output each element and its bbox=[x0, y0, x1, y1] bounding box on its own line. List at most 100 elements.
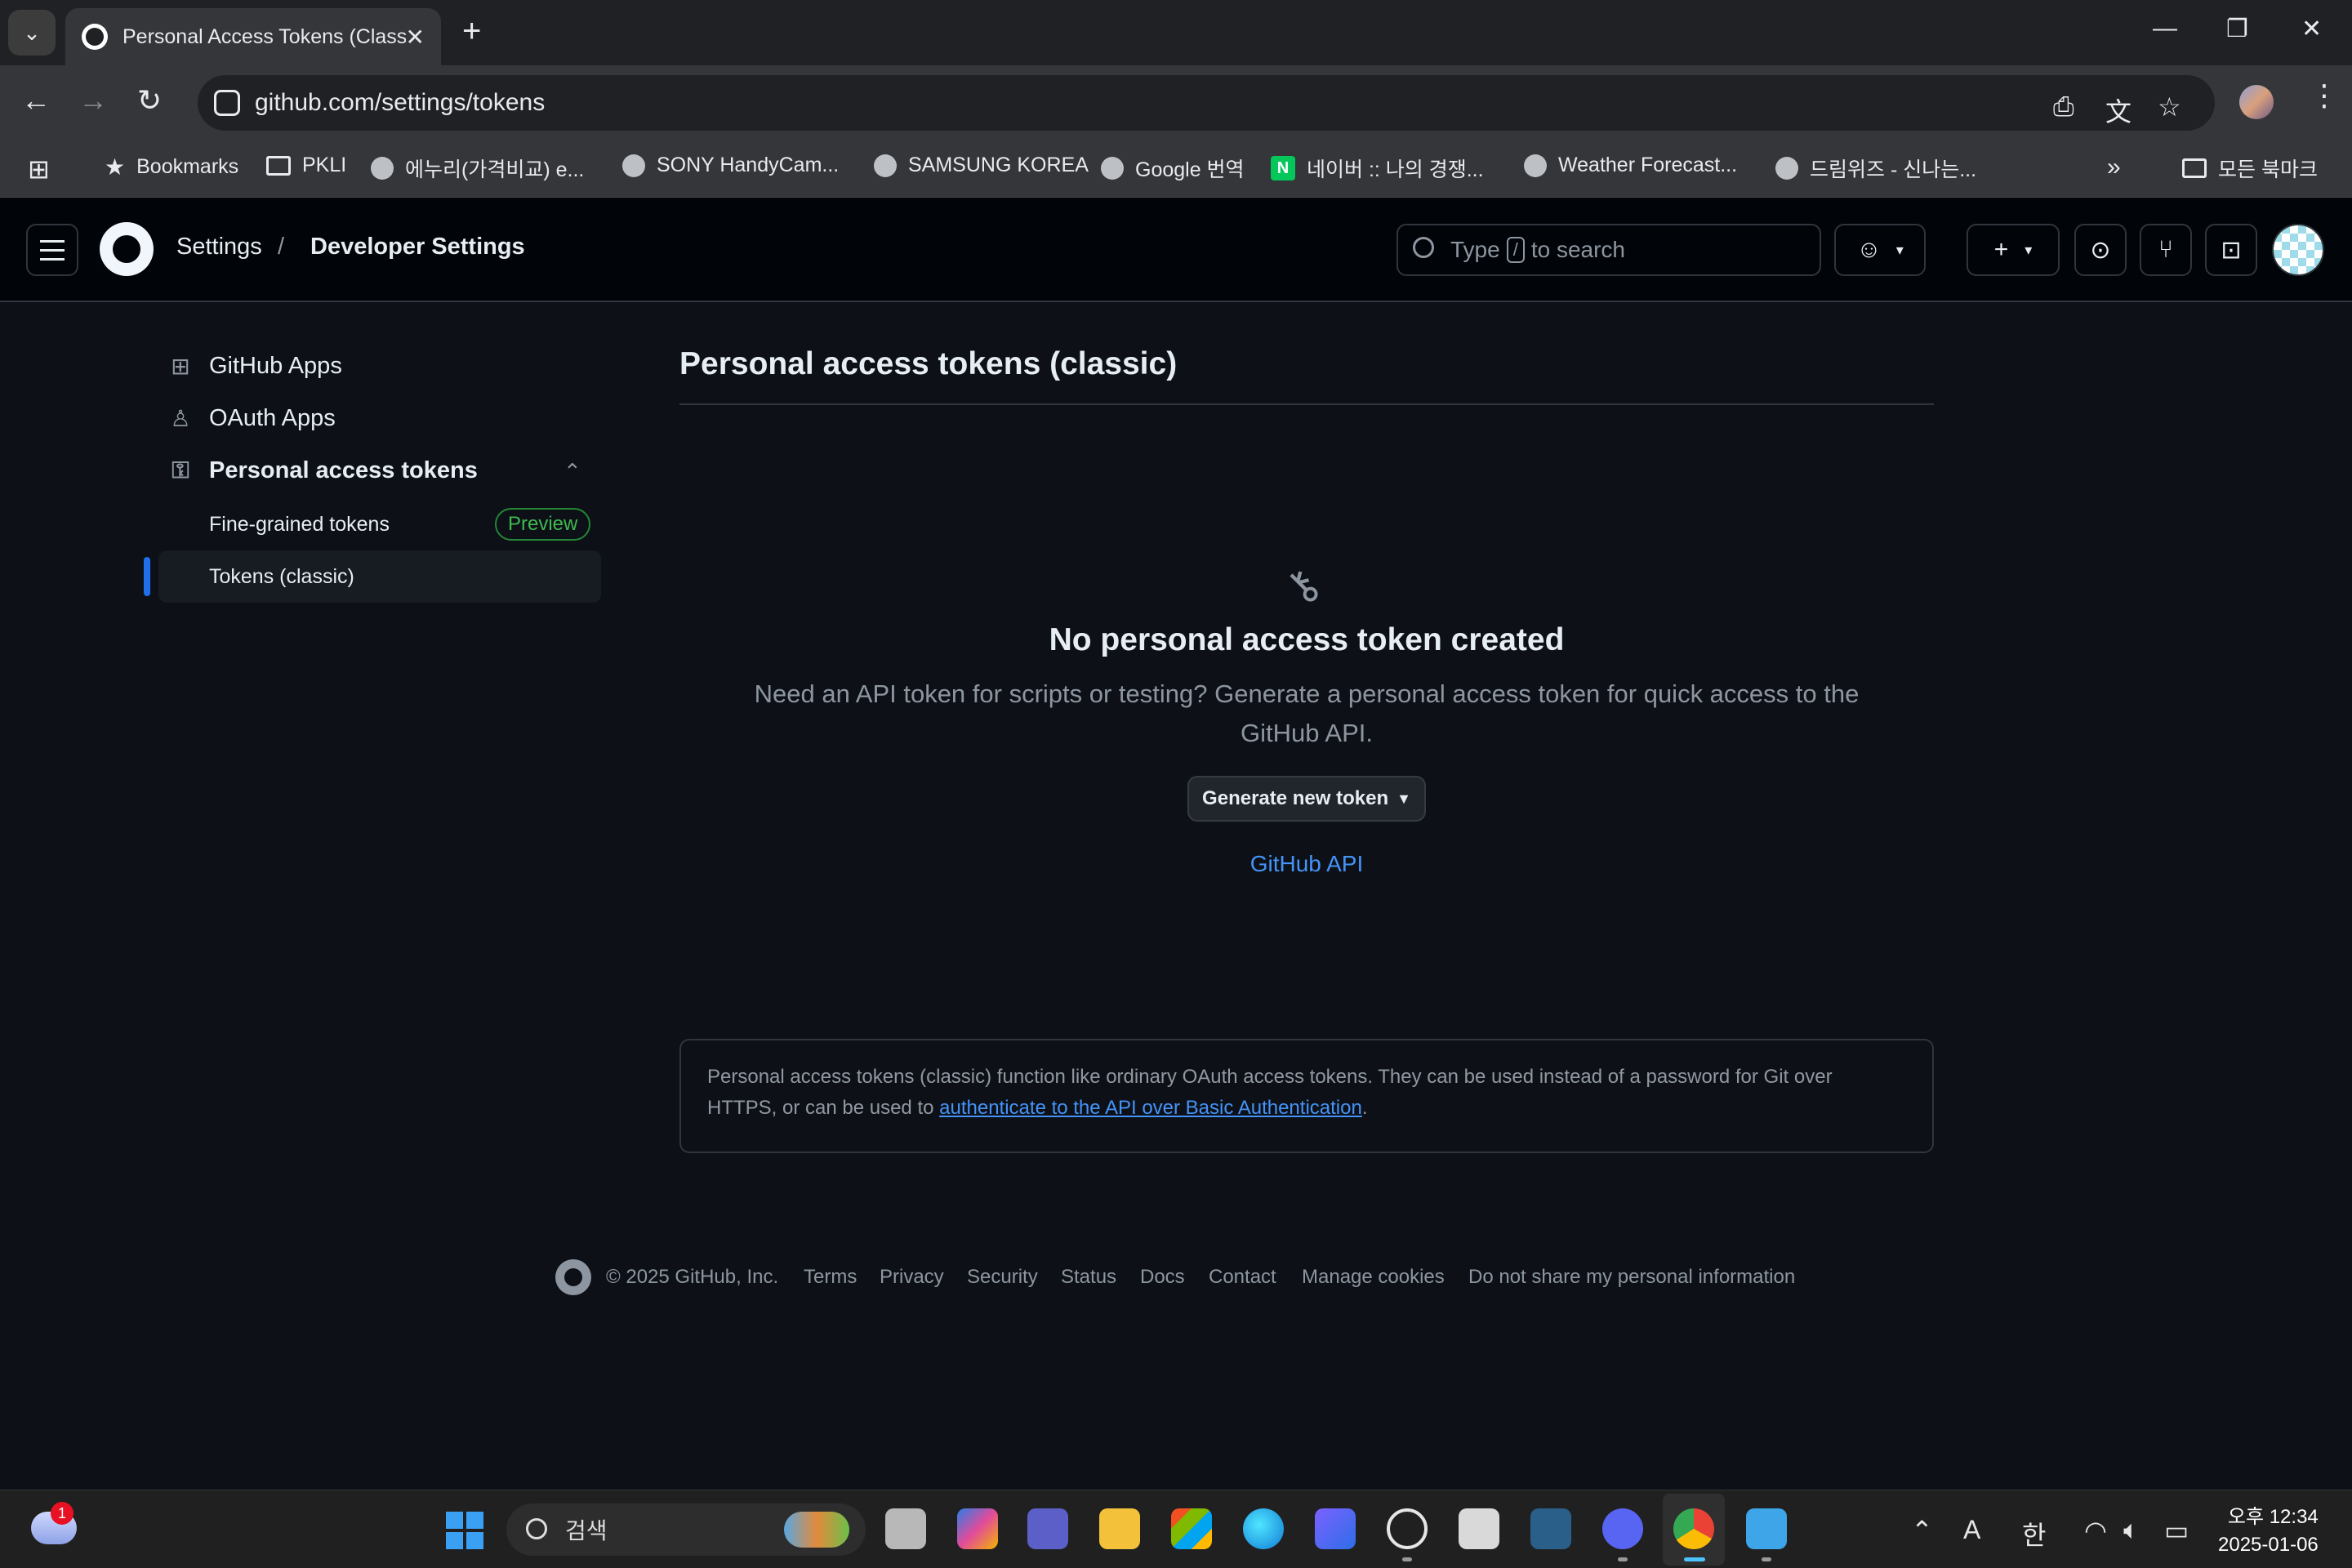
menu-icon[interactable] bbox=[26, 224, 78, 276]
bookmark-item[interactable]: Weather Forecast... bbox=[1524, 154, 1737, 177]
address-bar[interactable]: github.com/settings/tokens ⎙ 文 ☆ bbox=[198, 75, 2215, 131]
tab-title: Personal Access Tokens (Classic) bbox=[122, 24, 406, 48]
bookmarks-bar: ⊞ ★ Bookmarks PKLI 에누리(가격비교) e... SONY Ha… bbox=[0, 140, 2352, 198]
bookmark-item[interactable]: Google 번역 bbox=[1101, 154, 1245, 183]
discord-icon[interactable] bbox=[1602, 1508, 1643, 1549]
naver-icon: N bbox=[1271, 156, 1295, 180]
sidebar-item-oauth-apps[interactable]: ♙ OAuth Apps bbox=[168, 405, 335, 432]
teams-icon[interactable] bbox=[1027, 1508, 1068, 1549]
globe-icon bbox=[371, 157, 394, 180]
browser-menu-icon[interactable]: ⋮ bbox=[2310, 78, 2339, 113]
all-bookmarks-item[interactable]: 모든 북마크 bbox=[2182, 154, 2318, 183]
inbox-icon: ⊡ bbox=[2221, 236, 2242, 264]
browser-tab[interactable]: Personal Access Tokens (Classic) ✕ bbox=[65, 8, 441, 65]
apps-grid-icon[interactable]: ⊞ bbox=[28, 154, 50, 185]
footer-link-status[interactable]: Status bbox=[1061, 1266, 1116, 1289]
back-icon[interactable]: ← bbox=[21, 83, 51, 118]
volume-icon[interactable]: 🔈︎ bbox=[2123, 1515, 2139, 1546]
ime-korean-indicator[interactable]: 한 bbox=[2022, 1515, 2046, 1552]
footer-link-docs[interactable]: Docs bbox=[1140, 1266, 1185, 1289]
bookmark-item[interactable]: N 네이버 :: 나의 경쟁... bbox=[1271, 154, 1484, 183]
search-input[interactable]: Type / to search bbox=[1396, 224, 1821, 276]
sidebar-item-personal-access-tokens[interactable]: ⚿ Personal access tokens bbox=[168, 457, 478, 484]
chrome-icon[interactable] bbox=[1673, 1508, 1714, 1549]
sidebar-item-fine-grained-tokens[interactable]: Fine-grained tokens bbox=[209, 513, 390, 537]
system-clock[interactable]: 오후 12:34 2025-01-06 bbox=[2218, 1503, 2319, 1559]
generate-new-token-button[interactable]: Generate new token ▼ bbox=[1187, 776, 1426, 822]
running-indicator bbox=[1402, 1557, 1412, 1561]
footer-link-do-not-share[interactable]: Do not share my personal information bbox=[1468, 1266, 1795, 1289]
mysql-workbench-icon[interactable] bbox=[1530, 1508, 1571, 1549]
browser-profile-avatar[interactable] bbox=[2239, 85, 2274, 119]
bookmark-item[interactable]: PKLI bbox=[266, 154, 346, 177]
footer-copyright: © 2025 GitHub, Inc. bbox=[606, 1266, 779, 1288]
globe-icon bbox=[1775, 157, 1798, 180]
show-hidden-icons-icon[interactable]: ⌃ bbox=[1911, 1515, 1933, 1546]
new-tab-icon[interactable]: + bbox=[462, 13, 481, 50]
basic-auth-link[interactable]: authenticate to the API over Basic Authe… bbox=[939, 1097, 1362, 1119]
notepad-icon[interactable] bbox=[1746, 1508, 1787, 1549]
copilot-icon: ☺ bbox=[1856, 236, 1882, 263]
breadcrumb-settings[interactable]: Settings bbox=[176, 234, 262, 261]
wifi-icon[interactable]: ◠ bbox=[2084, 1515, 2107, 1546]
windows-taskbar: 1 검색 ⌃ A 한 ◠ 🔈︎ ▭ 오후 12:34 2025-01-06 bbox=[0, 1490, 2352, 1568]
minimize-icon[interactable]: — bbox=[2153, 15, 2177, 42]
search-icon bbox=[526, 1518, 547, 1539]
bookmark-item[interactable]: 드림위즈 - 신나는... bbox=[1775, 154, 1976, 183]
chevron-up-icon[interactable]: ⌃ bbox=[564, 459, 581, 484]
file-explorer-icon[interactable] bbox=[1099, 1508, 1140, 1549]
ime-english-indicator[interactable]: A bbox=[1963, 1515, 1980, 1545]
edge-icon[interactable] bbox=[1243, 1508, 1284, 1549]
bookmark-item[interactable]: SAMSUNG KOREA bbox=[874, 154, 1089, 177]
battery-icon[interactable]: ▭ bbox=[2164, 1515, 2189, 1546]
issues-button[interactable]: ⊙ bbox=[2074, 224, 2127, 276]
caret-down-icon: ▼ bbox=[1396, 790, 1411, 807]
close-tab-icon[interactable]: ✕ bbox=[406, 24, 425, 51]
bookmark-item[interactable]: ★ Bookmarks bbox=[105, 154, 238, 180]
task-view-icon[interactable] bbox=[885, 1508, 926, 1549]
snipping-tool-icon[interactable] bbox=[1459, 1508, 1499, 1549]
bookmark-star-icon[interactable]: ☆ bbox=[2158, 91, 2181, 122]
user-avatar[interactable] bbox=[2272, 224, 2324, 276]
apps-icon: ⊞ bbox=[171, 354, 190, 379]
copilot-button[interactable]: ☺ ▾ bbox=[1834, 224, 1926, 276]
star-icon: ★ bbox=[105, 154, 126, 180]
sidebar-item-tokens-classic[interactable]: Tokens (classic) bbox=[209, 565, 354, 589]
pull-requests-button[interactable]: ⑂ bbox=[2140, 224, 2192, 276]
github-logo-icon[interactable] bbox=[100, 222, 154, 276]
copilot-app-icon[interactable] bbox=[957, 1508, 998, 1549]
inbox-button[interactable]: ⊡ bbox=[2205, 224, 2257, 276]
restore-icon[interactable]: ❐ bbox=[2226, 15, 2248, 43]
clipchamp-icon[interactable] bbox=[1315, 1508, 1356, 1549]
microsoft-store-icon[interactable] bbox=[1171, 1508, 1212, 1549]
taskbar-search-input[interactable]: 검색 bbox=[506, 1503, 866, 1556]
chatgpt-icon[interactable] bbox=[1387, 1508, 1428, 1549]
footer-link-manage-cookies[interactable]: Manage cookies bbox=[1302, 1266, 1445, 1289]
breadcrumb-developer-settings[interactable]: Developer Settings bbox=[310, 234, 525, 261]
browser-toolbar: ← → ↻ github.com/settings/tokens ⎙ 文 ☆ bbox=[0, 65, 2352, 140]
browser-tabbar: ⌄ Personal Access Tokens (Classic) ✕ + —… bbox=[0, 0, 2352, 65]
windows-start-icon[interactable] bbox=[446, 1512, 483, 1549]
more-bookmarks-icon[interactable]: » bbox=[2107, 154, 2121, 181]
chevron-down-icon: ▾ bbox=[2025, 241, 2033, 258]
forward-icon[interactable]: → bbox=[78, 83, 108, 118]
close-window-icon[interactable]: ✕ bbox=[2301, 15, 2322, 43]
github-footer-logo-icon[interactable] bbox=[555, 1259, 591, 1295]
url-text: github.com/settings/tokens bbox=[255, 89, 546, 116]
translate-icon[interactable]: 文 bbox=[2105, 91, 2132, 129]
github-api-link[interactable]: GitHub API bbox=[679, 851, 1934, 877]
sidebar-item-github-apps[interactable]: ⊞ GitHub Apps bbox=[168, 353, 342, 380]
bookmark-item[interactable]: SONY HandyCam... bbox=[622, 154, 839, 177]
running-indicator bbox=[1618, 1557, 1628, 1561]
footer-link-privacy[interactable]: Privacy bbox=[880, 1266, 944, 1289]
install-app-icon[interactable]: ⎙ bbox=[2053, 91, 2074, 122]
footer-link-contact[interactable]: Contact bbox=[1209, 1266, 1276, 1289]
footer-link-terms[interactable]: Terms bbox=[804, 1266, 857, 1289]
reload-icon[interactable]: ↻ bbox=[137, 83, 162, 118]
bookmark-item[interactable]: 에누리(가격비교) e... bbox=[371, 154, 584, 183]
folder-icon bbox=[2182, 158, 2207, 178]
tab-search-button[interactable]: ⌄ bbox=[8, 10, 56, 56]
site-info-icon[interactable] bbox=[214, 90, 240, 116]
create-new-button[interactable]: + ▾ bbox=[1967, 224, 2060, 276]
footer-link-security[interactable]: Security bbox=[967, 1266, 1038, 1289]
